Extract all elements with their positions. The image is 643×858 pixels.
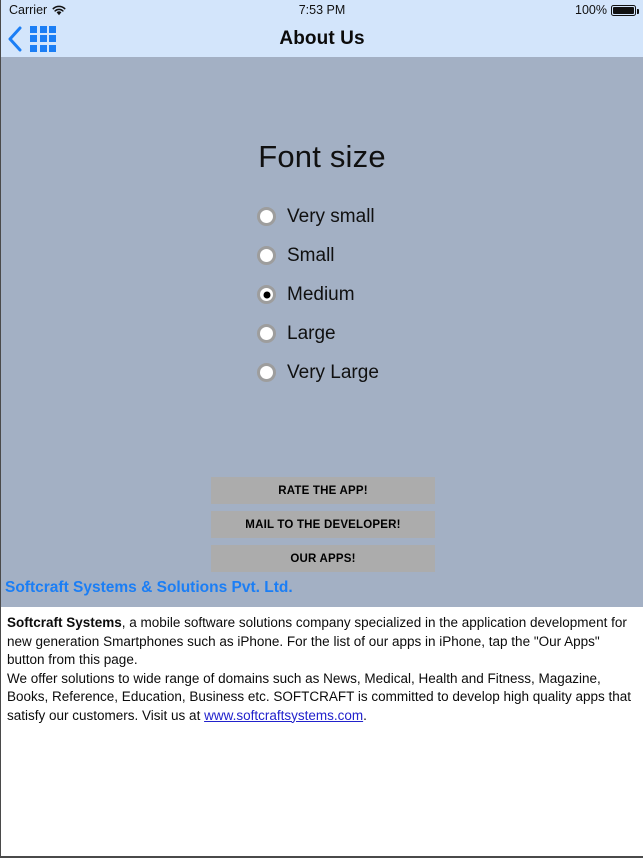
about-paragraph-2-after: . xyxy=(363,707,367,723)
mail-to-developer-button[interactable]: MAIL TO THE DEVELOPER! xyxy=(211,511,435,538)
app-screen: Carrier 7:53 PM 100% About Us Font size … xyxy=(0,0,643,858)
radio-button-medium[interactable] xyxy=(257,285,276,304)
radio-button-very-large[interactable] xyxy=(257,363,276,382)
radio-option-medium[interactable]: Medium xyxy=(257,275,643,314)
radio-option-very-small[interactable]: Very small xyxy=(257,197,643,236)
status-bar-time: 7:53 PM xyxy=(298,3,346,17)
action-button-group: RATE THE APP! MAIL TO THE DEVELOPER! OUR… xyxy=(211,477,435,579)
radio-button-large[interactable] xyxy=(257,324,276,343)
radio-label-small: Small xyxy=(287,244,335,266)
radio-option-large[interactable]: Large xyxy=(257,314,643,353)
navigation-bar: About Us xyxy=(1,20,643,57)
page-title: About Us xyxy=(279,27,365,49)
status-bar-right: 100% xyxy=(575,3,639,17)
battery-full-icon xyxy=(611,4,639,16)
about-paragraph-1: Softcraft Systems, a mobile software sol… xyxy=(7,614,637,670)
battery-fill xyxy=(613,6,634,14)
radio-label-very-large: Very Large xyxy=(287,361,379,383)
radio-label-medium: Medium xyxy=(287,283,355,305)
status-bar: Carrier 7:53 PM 100% xyxy=(1,0,643,20)
company-name-bold: Softcraft Systems xyxy=(7,615,122,630)
our-apps-button[interactable]: OUR APPS! xyxy=(211,545,435,572)
font-size-heading: Font size xyxy=(258,139,386,174)
radio-button-very-small[interactable] xyxy=(257,207,276,226)
company-heading: Softcraft Systems & Solutions Pvt. Ltd. xyxy=(5,579,293,596)
website-link[interactable]: www.softcraftsystems.com xyxy=(204,708,363,723)
radio-option-very-large[interactable]: Very Large xyxy=(257,353,643,392)
radio-button-small[interactable] xyxy=(257,246,276,265)
battery-percent-label: 100% xyxy=(575,3,607,17)
radio-label-large: Large xyxy=(287,322,336,344)
radio-label-very-small: Very small xyxy=(287,205,375,227)
about-text-section: Softcraft Systems, a mobile software sol… xyxy=(1,607,643,725)
rate-the-app-button[interactable]: RATE THE APP! xyxy=(211,477,435,504)
radio-option-small[interactable]: Small xyxy=(257,236,643,275)
about-paragraph-2: We offer solutions to wide range of doma… xyxy=(7,670,637,726)
main-panel: Font size Very small Small Medium Large … xyxy=(1,57,643,607)
font-size-radio-group: Very small Small Medium Large Very Large xyxy=(1,197,643,392)
